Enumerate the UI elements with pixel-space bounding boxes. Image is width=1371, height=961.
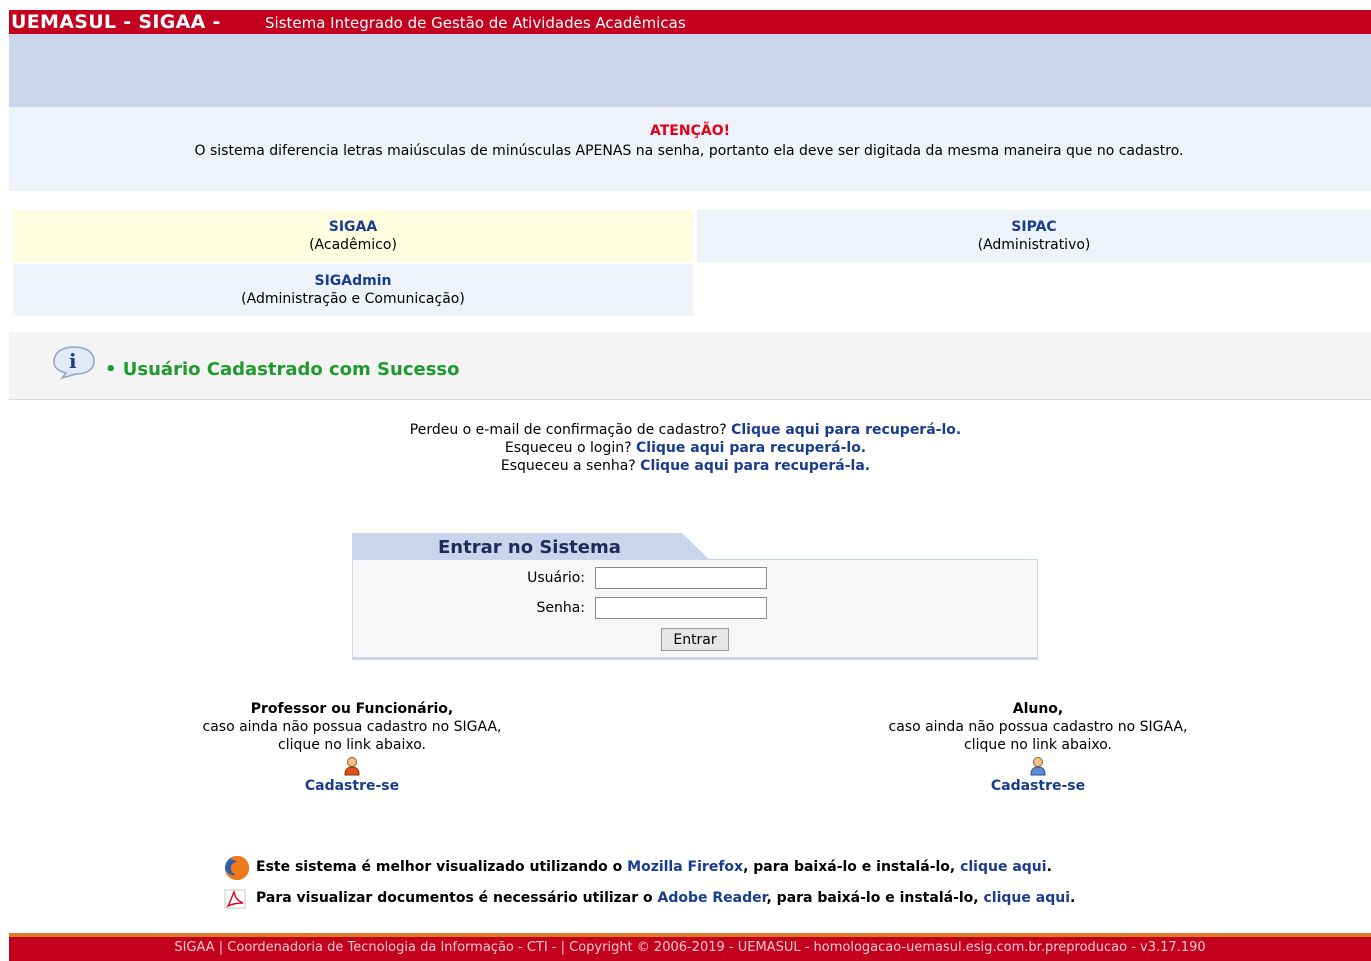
firefox-link[interactable]: Mozilla Firefox bbox=[627, 859, 743, 875]
username-input[interactable] bbox=[595, 567, 767, 589]
register-professor: Professor ou Funcionário, caso ainda não… bbox=[142, 700, 562, 795]
attention-title: ATENÇÃO! bbox=[650, 123, 730, 139]
info-icon: i bbox=[53, 346, 95, 380]
recover-login-link[interactable]: Clique aqui para recuperá-lo. bbox=[636, 440, 866, 456]
recover-password-link[interactable]: Clique aqui para recuperá-la. bbox=[640, 458, 870, 474]
system-sipac-desc: (Administrativo) bbox=[977, 237, 1091, 253]
firefox-icon bbox=[225, 856, 249, 880]
system-sigaa[interactable]: SIGAA (Acadêmico) bbox=[13, 210, 693, 262]
success-message-panel: i • Usuário Cadastrado com Sucesso bbox=[9, 332, 1371, 400]
recover-password-row: Esqueceu a senha? Clique aqui para recup… bbox=[500, 458, 871, 474]
login-form: Usuário: Senha: Entrar bbox=[352, 559, 1038, 660]
system-sigaa-link[interactable]: SIGAA bbox=[13, 218, 693, 236]
firefox-download-link[interactable]: clique aqui bbox=[960, 859, 1047, 875]
password-input[interactable] bbox=[595, 597, 767, 619]
system-sipac-link[interactable]: SIPAC bbox=[697, 218, 1371, 236]
header-band bbox=[9, 34, 1371, 107]
register-professor-line2: clique no link abaixo. bbox=[278, 737, 426, 753]
system-sigadmin[interactable]: SIGAdmin (Administração e Comunicação) bbox=[13, 264, 693, 316]
system-sipac[interactable]: SIPAC (Administrativo) bbox=[697, 210, 1371, 262]
user-label: Usuário: bbox=[527, 570, 585, 586]
user-blue-icon bbox=[1030, 757, 1046, 776]
register-student-line1: caso ainda não possua cadastro no SIGAA, bbox=[888, 719, 1188, 735]
app-brand: UEMASUL - SIGAA - bbox=[11, 11, 221, 33]
top-header-bar: UEMASUL - SIGAA - Sistema Integrado de G… bbox=[9, 10, 1371, 34]
app-subtitle: Sistema Integrado de Gestão de Atividade… bbox=[265, 14, 686, 32]
recover-email-link[interactable]: Clique aqui para recuperá-lo. bbox=[731, 422, 961, 438]
system-sigadmin-link[interactable]: SIGAdmin bbox=[13, 272, 693, 290]
register-professor-line1: caso ainda não possua cadastro no SIGAA, bbox=[202, 719, 502, 735]
register-student-link[interactable]: Cadastre-se bbox=[828, 777, 1248, 795]
user-orange-icon bbox=[344, 757, 360, 776]
attention-message: O sistema diferencia letras maiúsculas d… bbox=[194, 143, 1184, 159]
success-message: • Usuário Cadastrado com Sucesso bbox=[105, 359, 460, 380]
register-student-line2: clique no link abaixo. bbox=[964, 737, 1112, 753]
login-title: Entrar no Sistema bbox=[438, 537, 621, 558]
login-panel: Entrar no Sistema Usuário: Senha: Entrar bbox=[352, 533, 1038, 660]
svg-text:i: i bbox=[69, 349, 77, 373]
password-label: Senha: bbox=[536, 600, 585, 616]
attention-notice: ATENÇÃO! O sistema diferencia letras mai… bbox=[9, 107, 1371, 191]
footer: SIGAA | Coordenadoria de Tecnologia da I… bbox=[9, 933, 1371, 961]
register-professor-heading: Professor ou Funcionário, bbox=[250, 701, 454, 717]
recover-email-row: Perdeu o e-mail de confirmação de cadast… bbox=[409, 422, 962, 438]
register-student-heading: Aluno, bbox=[1012, 701, 1064, 717]
register-professor-link[interactable]: Cadastre-se bbox=[142, 777, 562, 795]
recovery-links: Perdeu o e-mail de confirmação de cadast… bbox=[0, 421, 1371, 475]
system-sigadmin-desc: (Administração e Comunicação) bbox=[241, 291, 465, 307]
system-sigaa-desc: (Acadêmico) bbox=[309, 237, 397, 253]
register-student: Aluno, caso ainda não possua cadastro no… bbox=[828, 700, 1248, 795]
recover-login-row: Esqueceu o login? Clique aqui para recup… bbox=[504, 440, 867, 456]
login-submit-button[interactable]: Entrar bbox=[661, 628, 729, 651]
adobe-reader-link[interactable]: Adobe Reader bbox=[658, 890, 767, 906]
adobe-reader-icon bbox=[224, 889, 246, 909]
adobe-download-link[interactable]: clique aqui bbox=[984, 890, 1071, 906]
